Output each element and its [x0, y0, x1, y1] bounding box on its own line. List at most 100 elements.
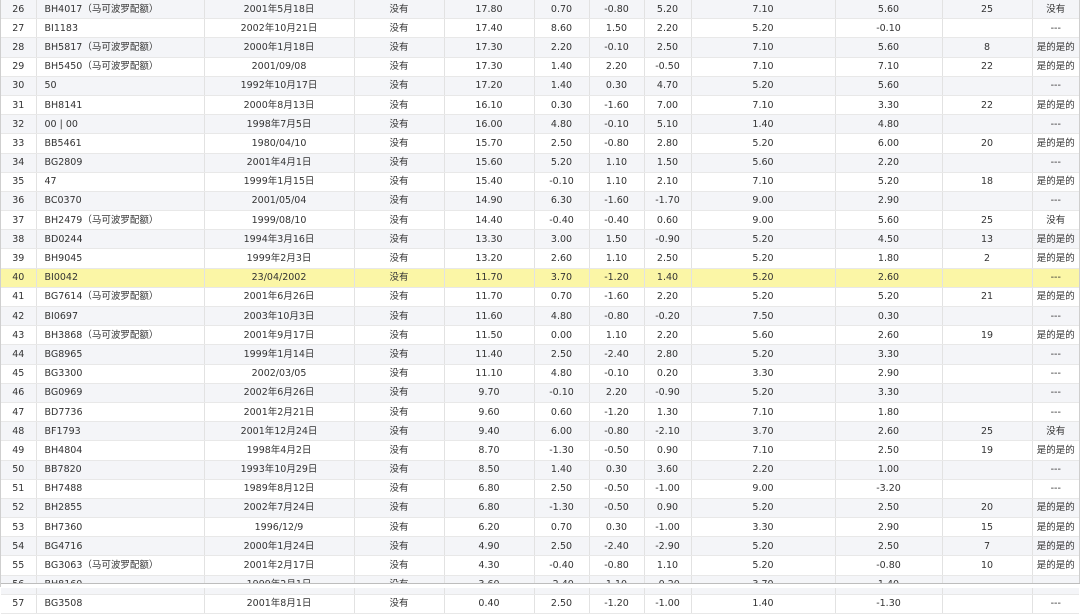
code-cell: BD7736	[35, 402, 204, 423]
table-row[interactable]: 33 BB5461 1980/04/10 没有 15.70 2.50 -0.80 2.80 5.…	[1, 133, 1079, 154]
table-row[interactable]: 51 BH7488 1989年8月12日 没有 6.80 2.50 -0.50 -1.00 9.…	[1, 479, 1079, 499]
table-row[interactable]: 31 BH8141 2000年8月13日 没有 16.10 0.30 -1.60 7.00 7.…	[1, 95, 1079, 116]
data-table: 26 BH4017（马可波罗配额） 2001年5月18日 没有 17.80 0.70 -0.…	[1, 0, 1079, 614]
status-cell: 没有	[353, 210, 444, 231]
value-cell-5: 5.20	[690, 344, 835, 365]
row-number: 44	[1, 344, 36, 365]
value-cell-1: 6.20	[443, 517, 534, 538]
value-cell-7: 18	[941, 172, 1032, 192]
table-row[interactable]: 35 47 1999年1月15日 没有 15.40 -0.10 1.10 2.10 7.10 5.…	[1, 172, 1079, 192]
note-cell: ---	[1031, 383, 1079, 403]
value-cell-6: 3.30	[834, 383, 942, 403]
value-cell-7	[941, 479, 1032, 499]
table-row[interactable]: 41 BG7614（马可波罗配额） 2001年6月26日 没有 11.70 0.70 -1.…	[1, 287, 1079, 308]
value-cell-6: -0.10	[834, 18, 942, 39]
value-cell-6: 2.90	[834, 191, 942, 212]
value-cell-4: 0.20	[643, 364, 691, 384]
value-cell-4: -0.90	[643, 229, 691, 250]
value-cell-3: 1.10	[588, 248, 644, 269]
value-cell-7	[941, 306, 1032, 327]
value-cell-4: 2.50	[643, 37, 691, 58]
note-cell: ---	[1031, 76, 1079, 96]
value-cell-3: -1.20	[588, 594, 644, 614]
value-cell-1: 6.80	[443, 498, 534, 519]
date-cell: 2001年6月26日	[203, 287, 354, 308]
table-row[interactable]: 37 BH2479（马可波罗配额） 1999/08/10 没有 14.40 -0.40 -0…	[1, 210, 1079, 231]
date-cell: 1989年8月12日	[203, 479, 354, 499]
row-number: 31	[1, 95, 36, 116]
table-row[interactable]: 32 00 | 00 1998年7月5日 没有 16.00 4.80 -0.10 5.10 1.…	[1, 114, 1079, 135]
row-number: 48	[1, 421, 36, 442]
code-cell: BF1793	[35, 421, 204, 442]
note-cell: ---	[1031, 268, 1079, 288]
value-cell-2: 3.00	[533, 229, 589, 250]
value-cell-6: 2.50	[834, 440, 942, 461]
value-cell-1: 16.00	[443, 114, 534, 135]
table-row[interactable]: 45 BG3300 2002/03/05 没有 11.10 4.80 -0.10 0.20 3.…	[1, 364, 1079, 384]
value-cell-2: 8.60	[533, 18, 589, 39]
value-cell-1: 0.40	[443, 594, 534, 614]
value-cell-7	[941, 364, 1032, 384]
table-row[interactable]: 44 BG8965 1999年1月14日 没有 11.40 2.50 -2.40 2.80 5.…	[1, 344, 1079, 365]
code-cell: 50	[35, 76, 204, 96]
table-row[interactable]: 26 BH4017（马可波罗配额） 2001年5月18日 没有 17.80 0.70 -0.…	[1, 0, 1079, 20]
status-cell: 没有	[353, 364, 444, 384]
table-row[interactable]: 54 BG4716 2000年1月24日 没有 4.90 2.50 -2.40 -2.90 5.…	[1, 536, 1079, 557]
table-row[interactable]: 36 BC0370 2001/05/04 没有 14.90 6.30 -1.60 -1.70 9…	[1, 191, 1079, 212]
table-row[interactable]: 29 BH5450（马可波罗配额） 2001/09/08 没有 17.30 1.40 2.2…	[1, 57, 1079, 77]
table-row[interactable]: 30 50 1992年10月17日 没有 17.20 1.40 0.30 4.70 5.20 5.…	[1, 76, 1079, 96]
row-number: 50	[1, 460, 36, 480]
value-cell-1: 8.50	[443, 460, 534, 480]
code-cell: BG7614（马可波罗配额）	[35, 287, 204, 308]
value-cell-7	[941, 153, 1032, 173]
table-row[interactable]: 46 BG0969 2002年6月26日 没有 9.70 -0.10 2.20 -0.90 5.…	[1, 383, 1079, 403]
value-cell-4: 2.20	[643, 287, 691, 308]
table-row[interactable]: 28 BH5817（马可波罗配额） 2000年1月18日 没有 17.30 2.20 -0.…	[1, 37, 1079, 58]
table-row[interactable]: 57 BG3508 2001年8月1日 没有 0.40 2.50 -1.20 -1.00 1.4…	[1, 594, 1079, 614]
table-row[interactable]: 55 BG3063（马可波罗配额） 2001年2月17日 没有 4.30 -0.40 -0.…	[1, 555, 1079, 576]
value-cell-4: 1.30	[643, 402, 691, 423]
value-cell-7	[941, 344, 1032, 365]
date-cell: 1998年4月2日	[203, 440, 354, 461]
value-cell-2: -1.30	[533, 440, 589, 461]
value-cell-2: -1.30	[533, 498, 589, 519]
value-cell-5: 7.10	[690, 0, 835, 20]
table-row-highlighted[interactable]: 40 BI0042 23/04/2002 没有 11.70 3.70 -1.20 1.40 5.…	[1, 268, 1079, 288]
code-cell: BH5817（马可波罗配额）	[35, 37, 204, 58]
table-row[interactable]: 47 BD7736 2001年2月21日 没有 9.60 0.60 -1.20 1.30 7.1…	[1, 402, 1079, 423]
table-row[interactable]: 53 BH7360 1996/12/9 没有 6.20 0.70 0.30 -1.00 3.30…	[1, 517, 1079, 538]
status-cell: 没有	[353, 229, 444, 250]
value-cell-7: 22	[941, 57, 1032, 77]
status-cell: 没有	[353, 95, 444, 116]
table-row[interactable]: 52 BH2855 2002年7月24日 没有 6.80 -1.30 -0.50 0.90 5.…	[1, 498, 1079, 519]
row-number: 39	[1, 248, 36, 269]
table-row[interactable]: 49 BH4804 1998年4月2日 没有 8.70 -1.30 -0.50 0.90 7.1…	[1, 440, 1079, 461]
value-cell-7	[941, 268, 1032, 288]
note-cell: 没有	[1031, 210, 1079, 231]
table-row[interactable]: 42 BI0697 2003年10月3日 没有 11.60 4.80 -0.80 -0.20 7…	[1, 306, 1079, 327]
value-cell-4: -2.10	[643, 421, 691, 442]
value-cell-3: 1.10	[588, 153, 644, 173]
value-cell-2: 4.80	[533, 364, 589, 384]
code-cell: BG3063（马可波罗配额）	[35, 555, 204, 576]
table-row[interactable]: 34 BG2809 2001年4月1日 没有 15.60 5.20 1.10 1.50 5.60…	[1, 153, 1079, 173]
table-row[interactable]: 43 BH3868（马可波罗配额） 2001年9月17日 没有 11.50 0.00 1.1…	[1, 325, 1079, 346]
table-row[interactable]: 39 BH9045 1999年2月3日 没有 13.20 2.60 1.10 2.50 5.20…	[1, 248, 1079, 269]
value-cell-2: 0.70	[533, 517, 589, 538]
table-body: 26 BH4017（马可波罗配额） 2001年5月18日 没有 17.80 0.70 -0.…	[1, 0, 1079, 614]
table-row[interactable]: 48 BF1793 2001年12月24日 没有 9.40 6.00 -0.80 -2.10 3…	[1, 421, 1079, 442]
row-number: 46	[1, 383, 36, 403]
value-cell-2: 3.70	[533, 268, 589, 288]
value-cell-4: -0.90	[643, 383, 691, 403]
table-row[interactable]: 38 BD0244 1994年3月16日 没有 13.30 3.00 1.50 -0.90 5.…	[1, 229, 1079, 250]
table-row[interactable]: 50 BB7820 1993年10月29日 没有 8.50 1.40 0.30 3.60 2.2…	[1, 460, 1079, 480]
code-cell: BG0969	[35, 383, 204, 403]
date-cell: 2000年1月24日	[203, 536, 354, 557]
value-cell-6: 4.80	[834, 114, 942, 135]
value-cell-5: 5.20	[690, 18, 835, 39]
note-cell: 是的是的	[1031, 248, 1079, 269]
code-cell: BG8965	[35, 344, 204, 365]
table-row[interactable]: 27 BI1183 2002年10月21日 没有 17.40 8.60 1.50 2.20 5.…	[1, 18, 1079, 39]
value-cell-2: 2.50	[533, 594, 589, 614]
value-cell-6: 1.80	[834, 402, 942, 423]
